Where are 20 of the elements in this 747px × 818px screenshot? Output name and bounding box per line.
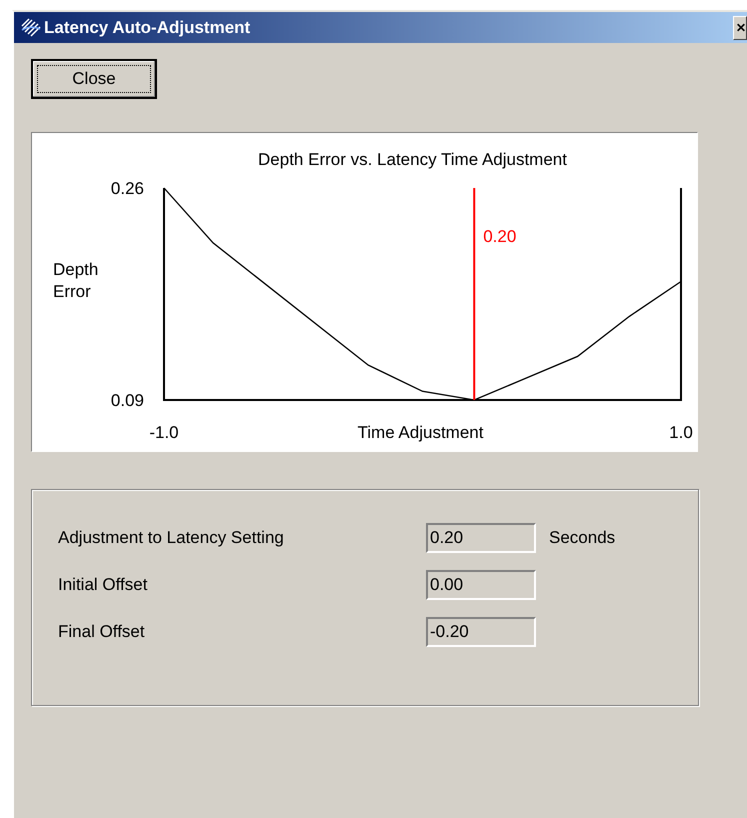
field-label: Initial Offset xyxy=(58,575,148,595)
tick-label: 1.0 xyxy=(669,423,693,442)
value-field[interactable]: 0.20 xyxy=(426,523,536,553)
axis-label: Time Adjustment xyxy=(358,423,484,442)
window-title: Latency Auto-Adjustment xyxy=(44,18,252,38)
field-label: Final Offset xyxy=(58,622,146,642)
close-button[interactable]: Close xyxy=(31,59,157,99)
chart-title: Depth Error vs. Latency Time Adjustment xyxy=(258,150,567,169)
close-button[interactable] xyxy=(733,16,747,40)
value-field[interactable]: 0.00 xyxy=(426,570,536,600)
marker-label: 0.20 xyxy=(483,227,516,246)
value-field[interactable]: -0.20 xyxy=(426,617,536,647)
axis-label: Depth Error xyxy=(53,260,98,301)
unit-label: Seconds xyxy=(549,528,616,548)
close-icon xyxy=(736,22,746,33)
tick-label: 0.09 xyxy=(110,391,144,410)
app-icon xyxy=(20,16,42,38)
field-label: Adjustment to Latency Setting xyxy=(58,528,285,548)
tick-label: -1.0 xyxy=(149,423,179,442)
tick-label: 0.26 xyxy=(110,179,144,198)
